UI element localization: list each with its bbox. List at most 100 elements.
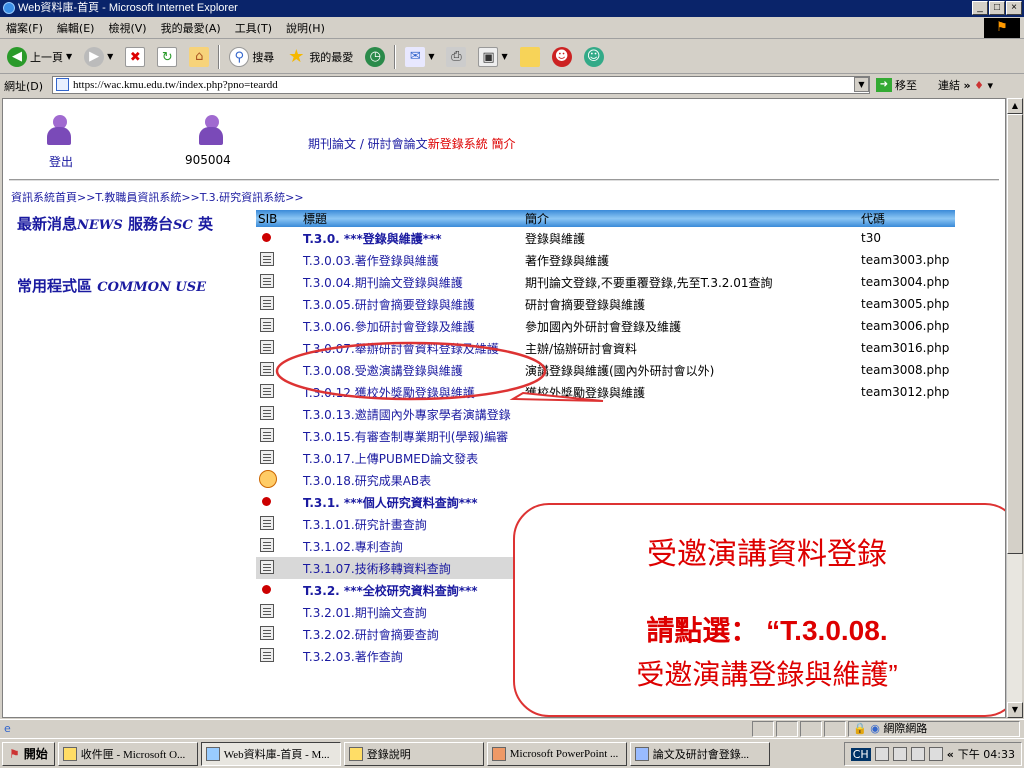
print-button[interactable]: ⎙ [443,44,469,70]
menu-file[interactable]: 檔案(F) [6,20,43,36]
task-folder[interactable]: 登錄說明 [343,741,484,766]
devil-icon: ☻ [551,46,572,67]
tray-icon[interactable] [928,747,943,761]
table-row[interactable]: T.3.0.06.參加研討會登錄及維護 參加國內外研討會登錄及維護 team3006… [256,315,955,337]
status-bar: e 🔒 ◉ 網際網路 [0,719,1024,737]
table-row[interactable]: T.3.0. ***登錄與維護*** 登錄與維護 t30 [256,227,955,249]
ie-status-icon: e [4,722,11,735]
top-nav-link[interactable]: 期刊論文 / 研討會論文新登錄系統 簡介 [308,135,516,152]
scroll-thumb[interactable] [1007,114,1023,554]
row-code [859,447,955,469]
nav-new-system: 新登錄系統 簡介 [427,137,516,151]
forward-button[interactable]: ▶ ▼ [81,44,116,70]
ime-indicator[interactable]: CH [850,747,871,761]
row-title-link[interactable]: T.3.2.01.期刊論文查詢 [301,601,523,623]
row-icon-cell [256,535,301,557]
row-title-link[interactable]: T.3.0.15.有審查制專業期刊(學報)編審 [301,425,523,447]
table-row[interactable]: T.3.0.17.上傳PUBMED論文發表 [256,447,955,469]
toolbar-separator [218,44,221,69]
mail-button[interactable]: ✉ ▼ [402,44,437,70]
row-title-link[interactable]: T.3.0. ***登錄與維護*** [301,227,523,249]
row-description: 期刊論文登錄,不要重覆登錄,先至T.3.2.01查詢 [525,275,773,290]
callout-target: 受邀演講登錄與維護” [636,659,898,690]
favorites-button[interactable]: ★ 我的最愛 [283,44,356,70]
vertical-scrollbar[interactable]: ▲ ▼ [1006,98,1023,718]
table-row[interactable]: T.3.0.15.有審查制專業期刊(學報)編審 [256,425,955,447]
addon-button[interactable]: ☻ [549,44,575,70]
row-title-link[interactable]: T.3.0.06.參加研討會登錄及維護 [301,315,523,337]
tray-icon[interactable] [910,747,925,761]
menu-help[interactable]: 說明(H) [286,20,325,36]
row-title-link[interactable]: T.3.2.02.研討會摘要查詢 [301,623,523,645]
row-title-link[interactable]: T.3.0.17.上傳PUBMED論文發表 [301,447,523,469]
breadcrumb[interactable]: 資訊系統首頁>>T.教職員資訊系統>>T.3.研究資訊系統>> [11,189,304,205]
address-input[interactable]: https://wac.kmu.edu.tw/index.php?pno=tea… [52,76,870,94]
ie-icon [3,2,15,14]
table-row[interactable]: T.3.0.03.著作登錄與維護 著作登錄與維護 team3003.php [256,249,955,271]
left-menu-common[interactable]: 常用程式區 COMMON USE [17,275,206,296]
tray-icon[interactable] [892,747,907,761]
task-powerpoint[interactable]: Microsoft PowerPoint ... [486,741,627,766]
discuss-button[interactable] [517,44,543,70]
row-title-link[interactable]: T.3.2. ***全校研究資料查詢*** [301,579,523,601]
row-title-link[interactable]: T.3.0.05.研討會摘要登錄與維護 [301,293,523,315]
minimize-button[interactable]: _ [972,1,988,15]
edit-button[interactable]: ▣ ▼ [475,44,510,70]
menu-view[interactable]: 檢視(V) [108,20,146,36]
task-ie[interactable]: Web資料庫-首頁 - M... [200,741,341,766]
start-button[interactable]: ⚑ 開始 [2,741,55,766]
favorites-label: 我的最愛 [309,50,354,64]
row-title-link[interactable]: T.3.2.03.著作查詢 [301,645,523,667]
logout-link[interactable]: 登出 [49,153,73,170]
document-icon [260,515,274,530]
search-button[interactable]: ⚲ 搜尋 [226,44,277,70]
row-title-link[interactable]: T.3.0.03.著作登錄與維護 [301,249,523,271]
maximize-button[interactable]: □ [989,1,1005,15]
menu-edit[interactable]: 編輯(E) [57,20,95,36]
back-button[interactable]: ◀ 上一頁 ▼ [4,44,75,70]
toolbar-separator [394,44,397,69]
row-title-link[interactable]: T.3.0.04.期刊論文登錄與維護 [301,271,523,293]
stop-button[interactable]: ✖ [122,44,148,70]
row-code: team3006.php [861,319,950,333]
links-button[interactable]: 連結 » ♦ ▾ [938,77,993,93]
table-row[interactable]: T.3.0.04.期刊論文登錄與維護 期刊論文登錄,不要重覆登錄,先至T.3.2.… [256,271,955,293]
logout-icon[interactable] [41,113,75,147]
ie-task-icon [205,746,220,761]
col-sib: SIB [256,210,301,227]
go-button[interactable]: ➜ 移至 [876,77,917,93]
task-word[interactable]: 論文及研討會登錄... [629,741,770,766]
home-button[interactable]: ⌂ [186,44,212,70]
task-label: 論文及研討會登錄... [652,748,750,761]
row-title-link[interactable]: T.3.1. ***個人研究資料查詢*** [301,491,523,513]
scroll-down-button[interactable]: ▼ [1007,702,1023,718]
menu-tools[interactable]: 工具(T) [235,20,272,36]
row-title-link[interactable]: T.3.1.02.專利查詢 [301,535,523,557]
messenger-button[interactable]: ☺ [581,44,607,70]
mail-icon: ✉ [405,46,426,67]
globe-icon: ◉ [870,722,880,735]
row-title-link[interactable]: T.3.1.01.研究計畫查詢 [301,513,523,535]
close-button[interactable]: × [1006,1,1022,15]
address-dropdown[interactable]: ▼ [854,77,869,92]
document-icon [260,317,274,332]
table-row[interactable]: T.3.0.05.研討會摘要登錄與維護 研討會摘要登錄與維護 team3005.ph… [256,293,955,315]
status-cell [800,721,822,737]
scroll-up-button[interactable]: ▲ [1007,98,1023,114]
page-icon [56,78,69,91]
left-menu-news[interactable]: 最新消息NEWS 服務台SC 英 [17,213,213,234]
document-icon [260,361,274,376]
row-code [859,425,955,447]
history-button[interactable]: ◷ [362,44,388,70]
refresh-icon: ↻ [157,46,178,67]
table-row[interactable]: T.3.0.18.研究成果AB表 [256,469,955,491]
back-label: 上一頁 [30,50,63,64]
row-title-link[interactable]: T.3.0.18.研究成果AB表 [301,469,523,491]
menu-favorites[interactable]: 我的最愛(A) [161,20,221,36]
refresh-button[interactable]: ↻ [154,44,180,70]
row-code: team3012.php [861,385,950,399]
status-cell [752,721,774,737]
row-title-link[interactable]: T.3.1.07.技術移轉資料查詢 [301,557,523,579]
task-outlook[interactable]: 收件匣 - Microsoft O... [57,741,198,766]
tray-icon[interactable] [874,747,889,761]
